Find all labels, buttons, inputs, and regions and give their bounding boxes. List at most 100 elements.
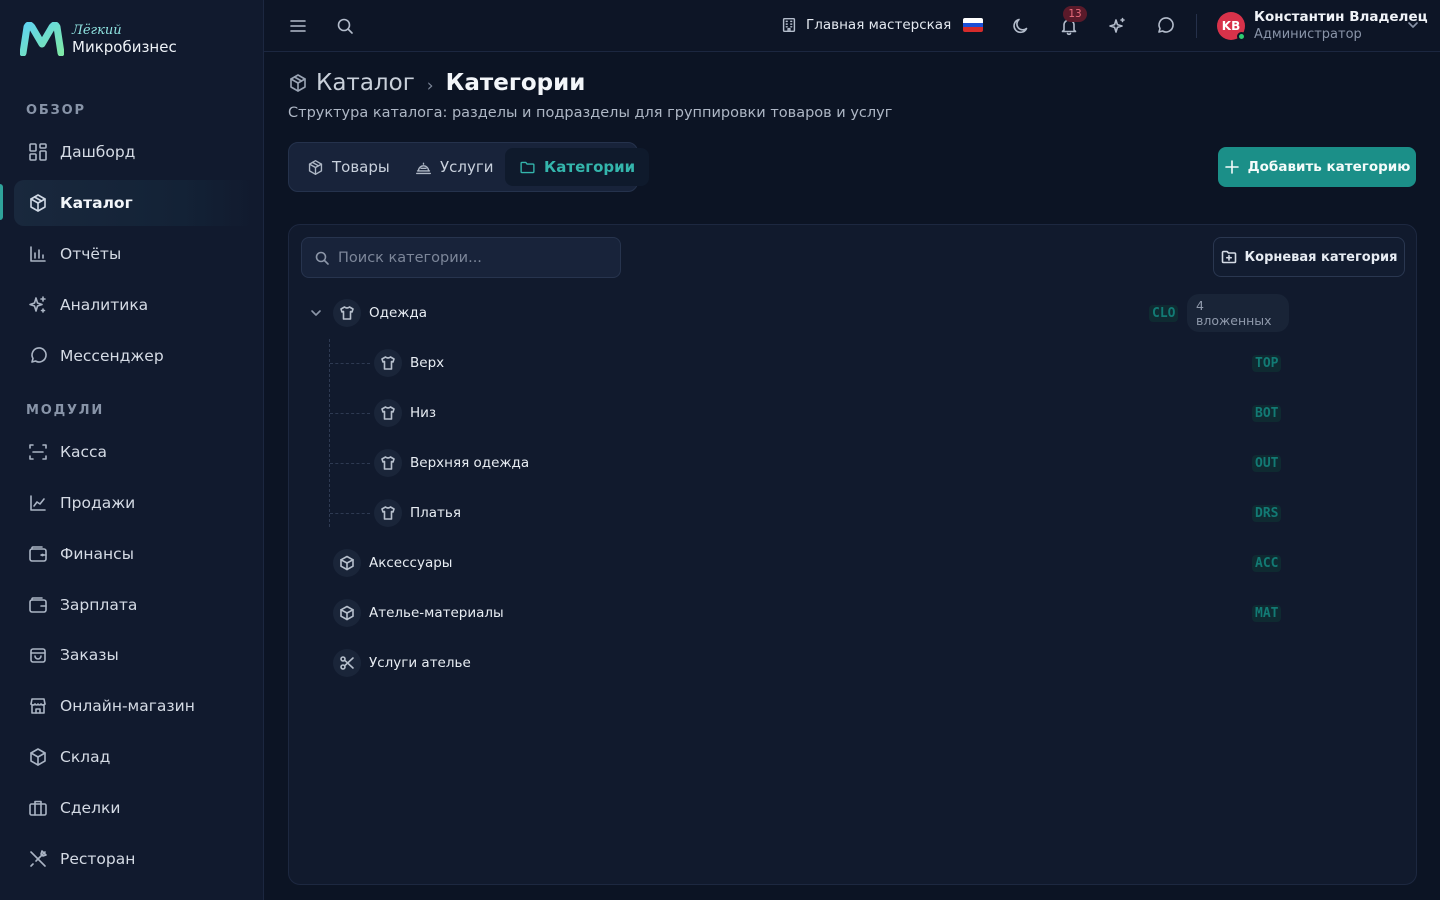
shirt-icon [333, 299, 361, 327]
category-name[interactable]: Платья [410, 505, 461, 521]
category-row-bottom[interactable]: Низ BOT [289, 393, 1289, 433]
category-row-outerwear[interactable]: Верхняя одежда OUT [289, 443, 1289, 483]
section-modules-title: МОДУЛИ [26, 403, 105, 418]
tab-products[interactable]: Товары [293, 148, 404, 186]
category-name[interactable]: Ателье-материалы [369, 605, 504, 621]
tab-label: Товары [332, 158, 390, 176]
category-name[interactable]: Одежда [369, 305, 427, 321]
search-icon [314, 250, 330, 266]
catalog-icon [307, 159, 324, 176]
building-icon [780, 16, 798, 34]
workshop-name: Главная мастерская [806, 17, 952, 33]
sidebar-item-label: Отчёты [60, 245, 122, 263]
sidebar-item-label: Онлайн-магазин [60, 697, 195, 715]
sidebar-item-label: Мессенджер [60, 347, 164, 365]
root-category-button[interactable]: Корневая категория [1213, 237, 1405, 277]
page-title: Категории [445, 70, 586, 96]
tab-label: Услуги [440, 158, 494, 176]
category-name[interactable]: Услуги ателье [369, 655, 471, 671]
store-icon [28, 696, 48, 716]
chevron-down-icon[interactable] [309, 306, 323, 320]
ai-sparkles-icon[interactable] [1107, 16, 1127, 36]
add-category-button[interactable]: Добавить категорию [1218, 147, 1416, 187]
sidebar-item-label: Дашборд [60, 143, 136, 161]
header-divider [1196, 14, 1197, 38]
scissors-icon [333, 649, 361, 677]
wallet-icon [28, 595, 48, 615]
sidebar: Лёгкий Микробизнес ОБЗОР Дашборд Каталог… [0, 0, 264, 900]
root-category-label: Корневая категория [1244, 249, 1398, 265]
folder-plus-icon [1221, 249, 1237, 265]
category-code: TOP [1252, 354, 1282, 372]
language-flag-ru[interactable] [963, 18, 983, 32]
sidebar-item-label: Аналитика [60, 296, 149, 314]
sidebar-item-label: Продажи [60, 494, 136, 512]
sidebar-item-payroll[interactable]: Зарплата [14, 582, 254, 628]
menu-icon[interactable] [288, 16, 308, 36]
page-subtitle: Структура каталога: разделы и подразделы… [288, 105, 893, 121]
category-code: CLO [1149, 304, 1179, 322]
tab-categories[interactable]: Категории [505, 148, 650, 186]
sidebar-item-analytics[interactable]: Аналитика [14, 282, 254, 328]
category-row-materials[interactable]: Ателье-материалы MAT [289, 593, 1289, 633]
shirt-icon [374, 449, 402, 477]
box-icon [333, 599, 361, 627]
chevron-down-icon[interactable] [1406, 18, 1420, 32]
reports-icon [28, 244, 48, 264]
category-code: BOT [1252, 404, 1282, 422]
category-row-accessories[interactable]: Аксессуары ACC [289, 543, 1289, 583]
logo-icon [20, 22, 64, 56]
folder-icon [519, 159, 536, 176]
category-row-dresses[interactable]: Платья DRS [289, 493, 1289, 533]
category-search-input[interactable] [338, 249, 598, 266]
sidebar-item-finance[interactable]: Финансы [14, 531, 254, 577]
sidebar-item-label: Касса [60, 443, 108, 461]
moon-icon[interactable] [1011, 16, 1031, 36]
workshop-selector[interactable]: Главная мастерская [780, 16, 951, 34]
briefcase-icon [28, 798, 48, 818]
box-icon [333, 549, 361, 577]
category-row-atelier-services[interactable]: Услуги ателье [289, 643, 1289, 683]
sidebar-item-label: Ресторан [60, 850, 136, 868]
trend-icon [28, 493, 48, 513]
sidebar-item-sales[interactable]: Продажи [14, 480, 254, 526]
sidebar-item-cashier[interactable]: Касса [14, 429, 254, 475]
sidebar-item-dashboard[interactable]: Дашборд [14, 129, 254, 175]
plus-icon [1224, 159, 1240, 175]
categories-panel: Корневая категория Одежда CLO 4 вложенны… [288, 224, 1417, 885]
bag-icon [28, 645, 48, 665]
category-row-top[interactable]: Верх TOP [289, 343, 1289, 383]
breadcrumb-parent[interactable]: Каталог [316, 70, 415, 96]
category-name[interactable]: Аксессуары [369, 555, 452, 571]
sidebar-item-warehouse[interactable]: Склад [14, 734, 254, 780]
sidebar-item-restaurant[interactable]: Ресторан [14, 836, 254, 882]
services-icon [415, 159, 432, 176]
category-name[interactable]: Верхняя одежда [410, 455, 529, 471]
active-indicator [0, 184, 3, 220]
category-name[interactable]: Низ [410, 405, 436, 421]
tab-label: Категории [544, 158, 636, 176]
sidebar-item-orders[interactable]: Заказы [14, 632, 254, 678]
breadcrumb: Каталог › Категории [288, 70, 585, 96]
dashboard-icon [28, 142, 48, 162]
box-icon [28, 747, 48, 767]
catalog-tabs: Товары Услуги Категории [288, 142, 650, 192]
section-overview-title: ОБЗОР [26, 103, 86, 118]
sidebar-item-label: Каталог [60, 194, 133, 212]
nested-count-badge: 4 вложенных [1187, 294, 1289, 332]
notifications-badge: 13 [1063, 6, 1087, 22]
sidebar-item-deals[interactable]: Сделки [14, 785, 254, 831]
sidebar-item-reports[interactable]: Отчёты [14, 231, 254, 277]
chat-icon[interactable] [1155, 16, 1175, 36]
user-name[interactable]: Константин Владелец [1254, 9, 1428, 25]
sidebar-item-catalog[interactable]: Каталог [14, 180, 254, 226]
category-row-clothing[interactable]: Одежда CLO 4 вложенных [289, 293, 1289, 333]
sidebar-item-messenger[interactable]: Мессенджер [14, 333, 254, 379]
brand-logo[interactable]: Лёгкий Микробизнес [20, 22, 177, 56]
category-name[interactable]: Верх [410, 355, 444, 371]
tab-services[interactable]: Услуги [401, 148, 507, 186]
category-search[interactable] [301, 237, 621, 278]
message-icon [28, 346, 48, 366]
sidebar-item-online-store[interactable]: Онлайн-магазин [14, 683, 254, 729]
search-icon[interactable] [335, 16, 355, 36]
